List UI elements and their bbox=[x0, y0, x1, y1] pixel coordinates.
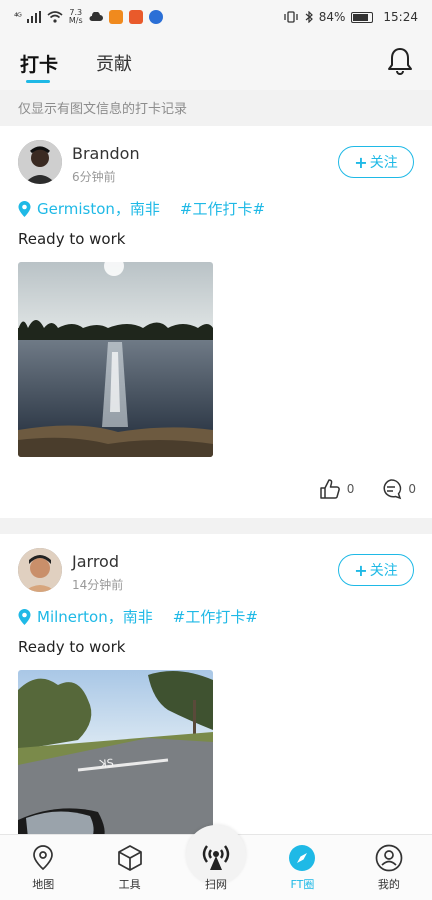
location-row[interactable]: Germiston，南非 #工作打卡# bbox=[18, 198, 265, 219]
nav-tools[interactable]: 工具 bbox=[86, 835, 172, 900]
antenna-icon bbox=[202, 845, 230, 870]
nav-scan[interactable]: 扫网 bbox=[173, 825, 259, 900]
nav-label: 地图 bbox=[32, 878, 55, 891]
compass-icon bbox=[289, 845, 316, 871]
bluetooth-icon bbox=[305, 11, 313, 23]
app-notification-icon bbox=[148, 10, 163, 24]
bottom-nav: 地图 工具 扫网 FT圈 我的 bbox=[0, 825, 432, 900]
post-time: 14分钟前 bbox=[72, 578, 124, 592]
follow-label: 关注 bbox=[369, 563, 398, 579]
post-time: 6分钟前 bbox=[72, 170, 116, 184]
nav-label: 我的 bbox=[377, 878, 400, 891]
user-icon bbox=[375, 844, 403, 872]
thumbs-up-icon bbox=[319, 479, 340, 499]
battery-percent: 84% bbox=[318, 10, 346, 24]
status-bar: ⁴ᴳ 7.3 M/s 84% 15:24 bbox=[0, 0, 432, 34]
like-button[interactable]: 0 bbox=[319, 478, 355, 500]
tab-checkin[interactable]: 打卡 bbox=[20, 50, 58, 77]
follow-label: 关注 bbox=[369, 155, 398, 171]
nav-label: 扫网 bbox=[205, 878, 228, 891]
app-notification-icon bbox=[108, 10, 123, 24]
comment-count: 0 bbox=[408, 482, 416, 496]
username[interactable]: Brandon bbox=[72, 144, 140, 163]
comment-icon bbox=[383, 479, 402, 500]
avatar[interactable] bbox=[18, 140, 62, 184]
cube-icon bbox=[117, 845, 142, 871]
svg-text:ꓘS: ꓘS bbox=[98, 757, 114, 772]
like-count: 0 bbox=[346, 482, 355, 496]
avatar[interactable] bbox=[18, 548, 62, 592]
tab-contribution[interactable]: 贡献 bbox=[96, 50, 132, 76]
app-notification-icon bbox=[128, 10, 143, 24]
post-card[interactable]: Brandon 6分钟前 + 关注 Germiston，南非 #工作打卡# Re… bbox=[0, 126, 432, 518]
location-row[interactable]: Milnerton，南非 #工作打卡# bbox=[18, 606, 258, 627]
location-text[interactable]: Milnerton，南非 bbox=[37, 606, 153, 627]
username[interactable]: Jarrod bbox=[72, 552, 119, 571]
location-pin-icon bbox=[18, 608, 31, 625]
nav-label: FT圈 bbox=[290, 878, 315, 891]
plus-icon: + bbox=[354, 152, 368, 172]
battery-icon bbox=[351, 11, 374, 23]
clock: 15:24 bbox=[383, 10, 418, 24]
location-text[interactable]: Germiston，南非 bbox=[37, 198, 160, 219]
vibrate-icon bbox=[284, 11, 298, 23]
nav-mine[interactable]: 我的 bbox=[346, 835, 432, 900]
map-pin-icon bbox=[33, 845, 54, 871]
signal-bars-icon bbox=[26, 11, 41, 23]
post-photo[interactable]: ꓘS bbox=[18, 670, 213, 840]
post-card[interactable]: Jarrod 14分钟前 + 关注 Milnerton，南非 #工作打卡# Re… bbox=[0, 534, 432, 840]
network-speed: 7.3 M/s bbox=[68, 8, 83, 25]
wifi-icon bbox=[47, 11, 63, 23]
notice-text: 仅显示有图文信息的打卡记录 bbox=[0, 90, 432, 124]
hashtag[interactable]: #工作打卡# bbox=[173, 606, 258, 627]
header: 打卡 贡献 bbox=[0, 34, 432, 90]
tab-underline bbox=[26, 80, 50, 83]
nav-map[interactable]: 地图 bbox=[0, 835, 86, 900]
cloud-icon bbox=[89, 12, 103, 21]
post-text: Ready to work bbox=[18, 638, 126, 656]
post-actions: 0 0 bbox=[301, 478, 416, 500]
bell-icon[interactable] bbox=[386, 46, 414, 76]
nav-label: 工具 bbox=[118, 878, 141, 891]
follow-button[interactable]: + 关注 bbox=[338, 146, 414, 178]
plus-icon: + bbox=[354, 560, 368, 580]
comment-button[interactable]: 0 bbox=[380, 478, 416, 500]
post-text: Ready to work bbox=[18, 230, 126, 248]
hashtag[interactable]: #工作打卡# bbox=[180, 198, 265, 219]
post-photo[interactable] bbox=[18, 262, 213, 457]
nav-ft-circle[interactable]: FT圈 bbox=[259, 835, 345, 900]
location-pin-icon bbox=[18, 200, 31, 217]
signal-icon: ⁴ᴳ bbox=[14, 11, 22, 23]
follow-button[interactable]: + 关注 bbox=[338, 554, 414, 586]
